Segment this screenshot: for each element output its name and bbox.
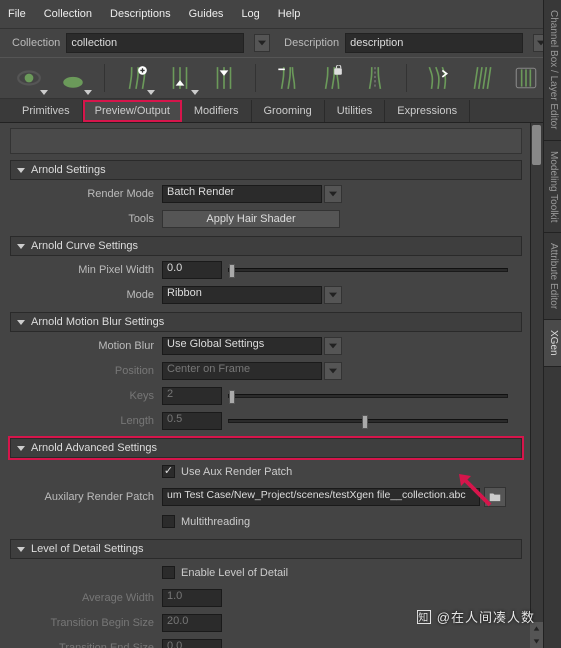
scroll-down-arrow[interactable] [530,635,543,648]
use-aux-render-patch-label: Use Aux Render Patch [181,466,292,478]
tab-preview-output[interactable]: Preview/Output [83,100,182,122]
transition-begin-label: Transition Begin Size [10,617,162,629]
render-mode-label: Render Mode [10,188,162,200]
aux-render-patch-field[interactable]: um Test Case/New_Project/scenes/testXgen… [162,488,480,506]
menubar: File Collection Descriptions Guides Log … [0,0,561,29]
multithreading-label: Multithreading [181,516,250,528]
brush-icon[interactable] [56,63,90,93]
length-label: Length [10,415,162,427]
apply-hair-shader-button[interactable]: Apply Hair Shader [162,210,340,228]
keys-label: Keys [10,390,162,402]
section-arnold-curve[interactable]: Arnold Curve Settings [10,236,522,256]
add-guides-icon[interactable] [119,63,153,93]
menu-guides[interactable]: Guides [189,8,224,20]
vertical-scrollbar[interactable] [530,123,543,648]
guides-clump-icon[interactable] [465,63,499,93]
toolbar [0,57,561,99]
enable-lod-label: Enable Level of Detail [181,567,288,579]
guides-lock-icon[interactable] [314,63,348,93]
render-mode-dropdown[interactable]: Batch Render [162,185,322,203]
position-dropdown-arrow [324,362,342,380]
collection-dropdown[interactable]: collection [66,33,244,53]
guides-bend-icon[interactable] [421,63,455,93]
length-field: 0.5 [162,412,222,430]
partial-section-above [10,128,522,154]
guides-region-icon[interactable] [509,63,543,93]
menu-file[interactable]: File [8,8,26,20]
menu-collection[interactable]: Collection [44,8,92,20]
min-pixel-width-slider[interactable] [228,268,508,272]
menu-log[interactable]: Log [241,8,259,20]
render-mode-dropdown-arrow[interactable] [324,185,342,203]
collection-dropdown-arrow[interactable] [254,34,270,52]
watermark-text: @在人间凑人数 [437,607,535,626]
motion-blur-dropdown-arrow[interactable] [324,337,342,355]
tab-utilities[interactable]: Utilities [325,100,385,122]
min-pixel-width-field[interactable]: 0.0 [162,261,222,279]
menu-descriptions[interactable]: Descriptions [110,8,171,20]
curve-mode-dropdown-arrow[interactable] [324,286,342,304]
multithreading-checkbox[interactable] [162,515,175,528]
section-lod[interactable]: Level of Detail Settings [10,539,522,559]
menu-help[interactable]: Help [278,8,301,20]
convert-up-icon[interactable] [207,63,241,93]
motion-blur-label: Motion Blur [10,340,162,352]
tab-bar: Primitives Preview/Output Modifiers Groo… [0,99,561,123]
motion-blur-dropdown[interactable]: Use Global Settings [162,337,322,355]
side-tab-attribute[interactable]: Attribute Editor [544,233,561,320]
description-dropdown[interactable]: description [345,33,523,53]
enable-lod-checkbox[interactable] [162,566,175,579]
keys-field: 2 [162,387,222,405]
main-panel: Arnold Settings Render Mode Batch Render… [0,123,543,648]
collection-row: Collection collection Description descri… [0,29,561,57]
avg-width-label: Average Width [10,592,162,604]
transition-end-label: Transition End Size [10,642,162,648]
tools-label: Tools [10,213,162,225]
transition-end-field: 0.0 [162,639,222,648]
browse-folder-button[interactable] [484,487,506,507]
visibility-icon[interactable] [12,63,46,93]
scrollbar-thumb[interactable] [532,125,541,165]
position-dropdown: Center on Frame [162,362,322,380]
transition-begin-field: 20.0 [162,614,222,632]
section-arnold-mblur[interactable]: Arnold Motion Blur Settings [10,312,522,332]
length-slider [228,419,508,423]
tab-primitives[interactable]: Primitives [10,100,83,122]
side-tab-modeling[interactable]: Modeling Toolkit [544,141,561,234]
guides-length-icon[interactable] [270,63,304,93]
curve-mode-dropdown[interactable]: Ribbon [162,286,322,304]
tab-modifiers[interactable]: Modifiers [182,100,252,122]
tab-expressions[interactable]: Expressions [385,100,470,122]
convert-down-icon[interactable] [163,63,197,93]
avg-width-field: 1.0 [162,589,222,607]
position-label: Position [10,365,162,377]
min-pixel-width-label: Min Pixel Width [10,264,162,276]
section-arnold-settings[interactable]: Arnold Settings [10,160,522,180]
use-aux-render-patch-checkbox[interactable] [162,465,175,478]
description-label: Description [284,37,339,49]
side-tab-channelbox[interactable]: Channel Box / Layer Editor [544,0,561,141]
guides-mirror-icon[interactable] [358,63,392,93]
collection-label: Collection [12,37,60,49]
section-arnold-advanced[interactable]: Arnold Advanced Settings [10,438,522,458]
curve-mode-label: Mode [10,289,162,301]
tab-grooming[interactable]: Grooming [252,100,325,122]
keys-slider [228,394,508,398]
aux-render-patch-label: Auxilary Render Patch [10,491,162,503]
side-tab-xgen[interactable]: XGen [544,320,561,367]
zhihu-logo-icon: 知 [417,610,431,624]
watermark: 知 @在人间凑人数 [417,607,535,626]
side-tabs: Channel Box / Layer Editor Modeling Tool… [543,0,561,648]
